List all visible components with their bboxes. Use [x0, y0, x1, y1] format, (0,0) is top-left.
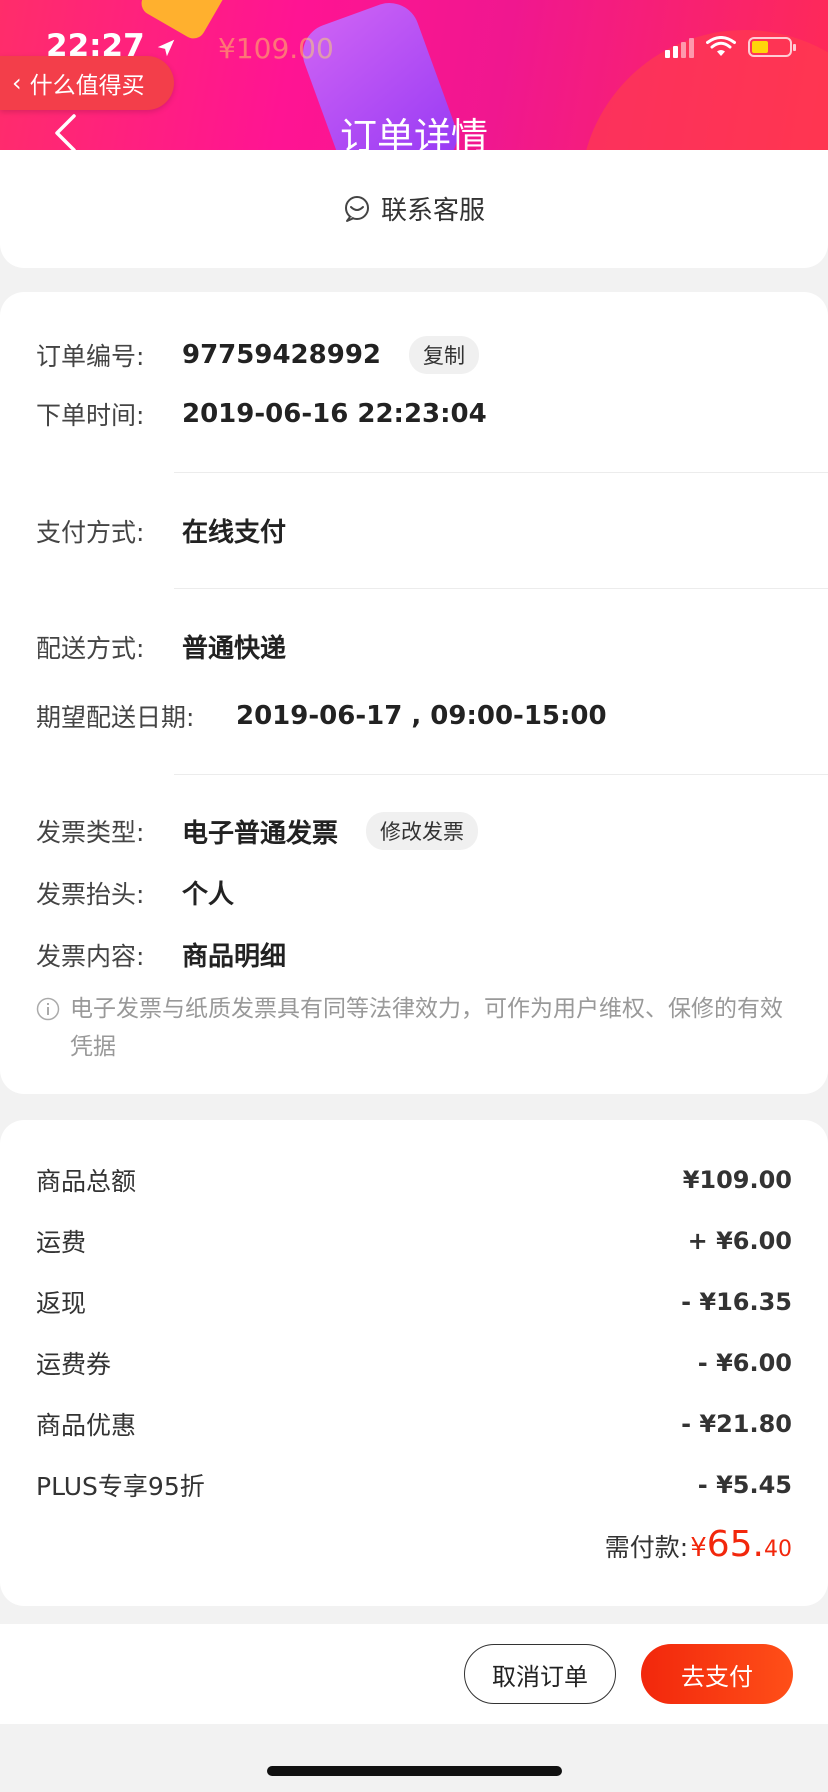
amount-due-decimal: 40 [764, 1537, 792, 1562]
price-row: 返现 - ¥16.35 [36, 1284, 792, 1320]
chat-smile-icon [344, 195, 369, 222]
invoice-content-row: 发票内容: 商品明细 [36, 936, 286, 973]
price-row-label: 返现 [36, 1289, 87, 1318]
amount-due-integer: 65. [706, 1524, 764, 1565]
price-row-value: ¥109.00 [682, 1166, 792, 1194]
price-row: 运费券 - ¥6.00 [36, 1345, 792, 1381]
order-time-label: 下单时间: [36, 401, 145, 430]
invoice-content: 商品明细 [182, 942, 287, 972]
back-to-app-button[interactable]: ‹ 什么值得买 [0, 56, 174, 110]
order-number: 97759428992 [182, 340, 381, 370]
price-row-value: - ¥21.80 [681, 1410, 792, 1438]
price-card: 商品总额 ¥109.00 运费 + ¥6.00 返现 - ¥16.35 运费券 … [0, 1120, 828, 1606]
price-row: 商品优惠 - ¥21.80 [36, 1406, 792, 1442]
price-row-label: 商品优惠 [36, 1411, 137, 1440]
payment-method: 在线支付 [182, 518, 287, 548]
price-row-value: + ¥6.00 [687, 1227, 792, 1255]
divider [174, 588, 828, 589]
price-row: 商品总额 ¥109.00 [36, 1162, 792, 1198]
wifi-icon [706, 36, 736, 56]
battery-icon [748, 37, 796, 57]
price-row-value: - ¥6.00 [697, 1349, 792, 1377]
amount-due-label: 需付款: [604, 1533, 689, 1562]
payment-label: 支付方式: [36, 517, 145, 547]
price-row-value: - ¥5.45 [697, 1471, 792, 1499]
expected-date: 2019-06-17 , 09:00-15:00 [236, 701, 607, 731]
invoice-type-label: 发票类型: [36, 818, 145, 847]
divider [174, 472, 828, 473]
pay-button[interactable]: 去支付 [641, 1644, 793, 1704]
expected-date-row: 期望配送日期: 2019-06-17 , 09:00-15:00 [36, 698, 607, 734]
order-info-card: 订单编号: 97759428992 复制 下单时间: 2019-06-16 22… [0, 292, 828, 1094]
invoice-type-row: 发票类型: 电子普通发票 修改发票 [36, 812, 479, 850]
home-indicator [267, 1766, 562, 1776]
back-to-app-label: 什么值得买 [29, 73, 145, 99]
location-arrow-icon [158, 39, 175, 56]
bottom-action-bar: 取消订单 去支付 [0, 1624, 828, 1724]
invoice-title-label: 发票抬头: [36, 879, 145, 909]
contact-service-button[interactable]: 联系客服 [0, 190, 828, 227]
price-row-label: 运费 [36, 1228, 87, 1257]
copy-button[interactable]: 复制 [409, 336, 479, 374]
payment-row: 支付方式: 在线支付 [36, 512, 286, 549]
invoice-content-label: 发票内容: [36, 941, 145, 971]
invoice-title: 个人 [182, 880, 235, 910]
ghost-price: ¥109.00 [218, 32, 334, 65]
chevron-left-icon: ‹ [12, 69, 22, 97]
invoice-note-text: 电子发票与纸质发票具有同等法律效力，可作为用户维权、保修的有效凭据 [70, 996, 783, 1060]
order-time-row: 下单时间: 2019-06-16 22:23:04 [36, 396, 487, 432]
invoice-title-row: 发票抬头: 个人 [36, 874, 234, 911]
order-time: 2019-06-16 22:23:04 [182, 399, 487, 429]
delivery-label: 配送方式: [36, 633, 145, 663]
price-row-label: 商品总额 [36, 1167, 137, 1196]
price-row: 运费 + ¥6.00 [36, 1223, 792, 1259]
signal-icon [665, 36, 694, 58]
price-row-value: - ¥16.35 [681, 1288, 792, 1316]
price-row-label: PLUS专享95折 [36, 1472, 205, 1501]
order-number-label: 订单编号: [36, 342, 145, 371]
invoice-type: 电子普通发票 [182, 818, 339, 849]
delivery-row: 配送方式: 普通快递 [36, 628, 286, 665]
invoice-note: 电子发票与纸质发票具有同等法律效力，可作为用户维权、保修的有效凭据 [36, 990, 792, 1066]
delivery-method: 普通快递 [182, 634, 287, 664]
expected-date-label: 期望配送日期: [36, 703, 195, 732]
status-icons [665, 36, 796, 58]
modify-invoice-button[interactable]: 修改发票 [366, 812, 479, 850]
order-number-row: 订单编号: 97759428992 复制 [36, 336, 479, 374]
divider [174, 774, 828, 775]
price-row-label: 运费券 [36, 1350, 112, 1379]
amount-due: 需付款: ¥ 65. 40 [605, 1524, 792, 1565]
service-card: 联系客服 [0, 150, 828, 268]
info-icon [36, 997, 60, 1021]
cancel-order-button[interactable]: 取消订单 [464, 1644, 616, 1704]
price-row: PLUS专享95折 - ¥5.45 [36, 1467, 792, 1503]
contact-service-label: 联系客服 [380, 196, 485, 226]
currency-symbol: ¥ [690, 1533, 707, 1563]
